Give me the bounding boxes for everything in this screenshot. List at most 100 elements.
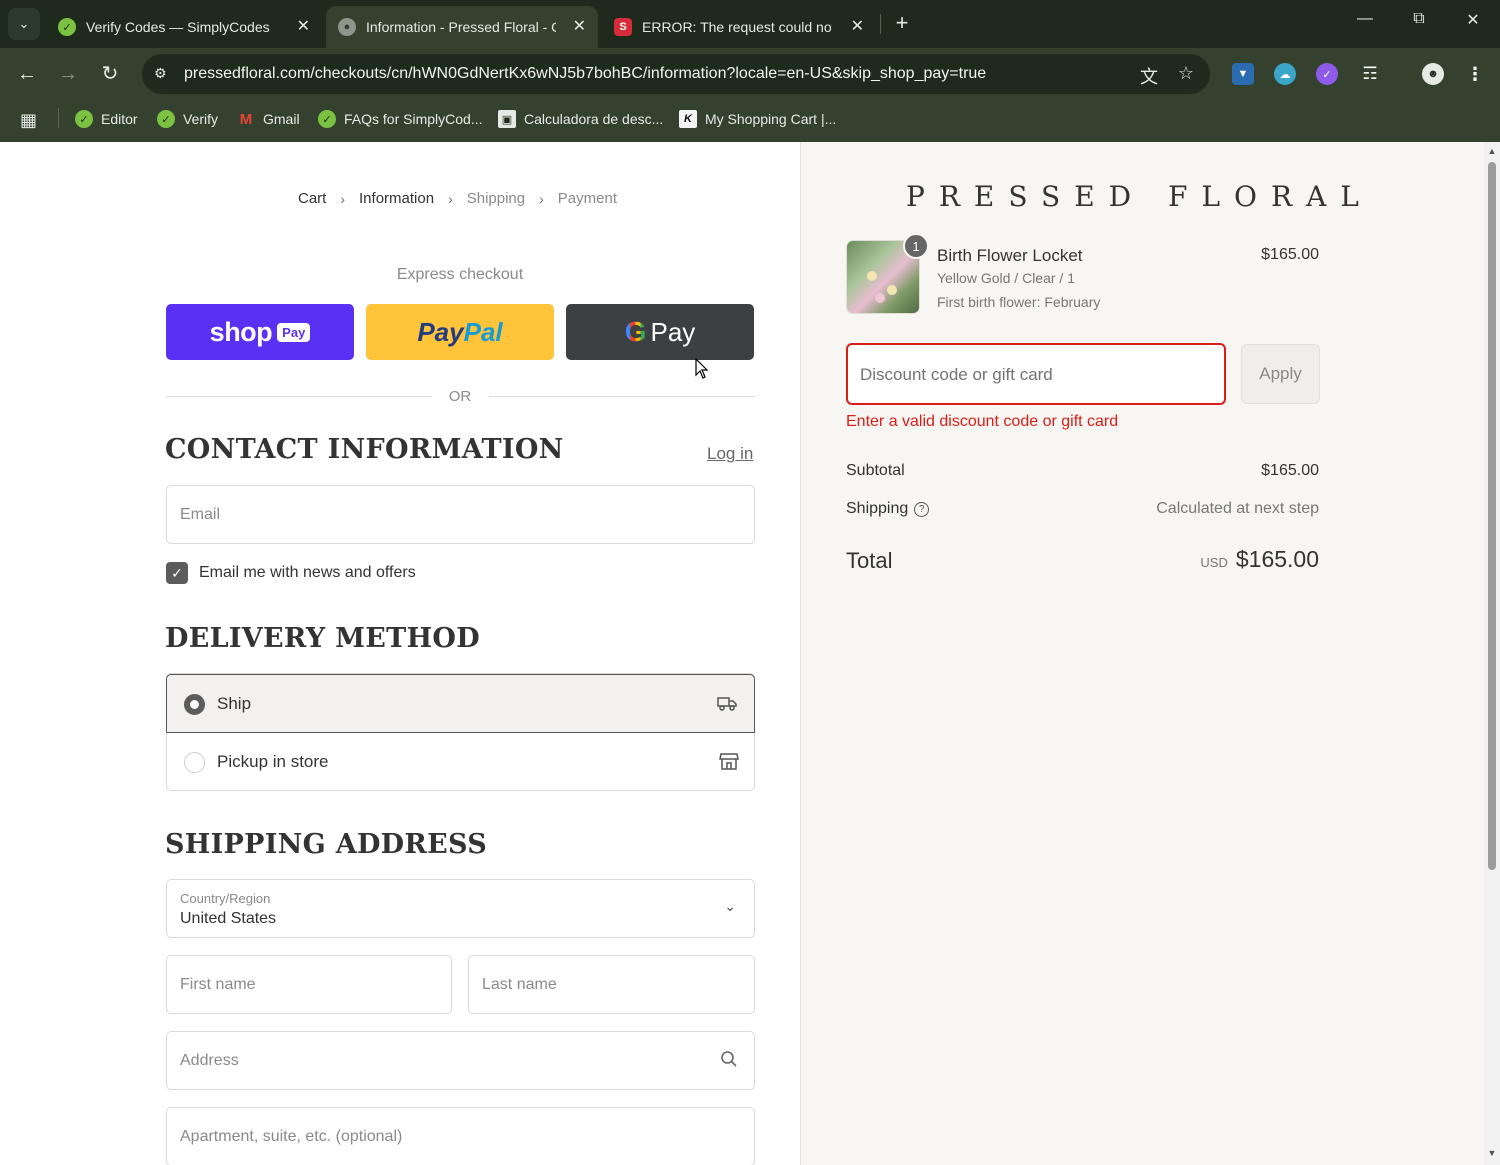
divider-line bbox=[166, 396, 432, 397]
discount-code-input[interactable]: Discount code or gift card bbox=[846, 343, 1226, 405]
locket-charm bbox=[875, 293, 885, 303]
apply-discount-button[interactable]: Apply bbox=[1241, 344, 1320, 404]
simplycodes-icon: ✓ bbox=[75, 110, 93, 128]
shield-extension-icon[interactable]: ▼ bbox=[1232, 63, 1254, 85]
cart-site-icon: K bbox=[679, 110, 697, 128]
google-pay-button[interactable]: G Pay bbox=[566, 304, 754, 360]
scroll-up-icon[interactable]: ▲ bbox=[1487, 146, 1497, 156]
address-bar[interactable]: ⚙ pressedfloral.com/checkouts/cn/hWN0GdN… bbox=[142, 54, 1210, 94]
first-name-field[interactable]: First name bbox=[166, 955, 452, 1014]
google-g-icon: G bbox=[624, 316, 647, 347]
address-field[interactable]: Address bbox=[166, 1031, 755, 1090]
first-name-placeholder: First name bbox=[180, 976, 256, 993]
bookmark-editor[interactable]: ✓ Editor bbox=[75, 110, 138, 128]
chevron-right-icon: › bbox=[448, 190, 453, 207]
delivery-method-group: Ship Pickup in store bbox=[166, 673, 755, 791]
shop-pay-logo: shop bbox=[209, 316, 273, 347]
page-scrollbar[interactable]: ▲ ▼ bbox=[1484, 142, 1500, 1165]
tab-title: Verify Codes — SimplyCodes bbox=[86, 19, 270, 35]
product-variant: Yellow Gold / Clear / 1 bbox=[937, 270, 1075, 286]
scroll-down-icon[interactable]: ▼ bbox=[1487, 1148, 1497, 1158]
last-name-field[interactable]: Last name bbox=[468, 955, 755, 1014]
bookmark-label: Calculadora de desc... bbox=[524, 111, 664, 127]
shipping-heading: SHIPPING ADDRESS bbox=[165, 829, 488, 860]
simplycodes-favicon-icon: ✓ bbox=[58, 18, 76, 36]
store-logo[interactable]: PRESSED FLORAL bbox=[906, 180, 1373, 213]
shop-pay-button[interactable]: shop Pay bbox=[166, 304, 354, 360]
forward-icon[interactable]: → bbox=[55, 62, 81, 88]
site-settings-icon[interactable]: ⚙ bbox=[154, 65, 172, 83]
paypal-logo-part: Pal bbox=[463, 316, 503, 347]
chevron-down-icon: ⌄ bbox=[724, 898, 736, 914]
close-window-icon[interactable]: ✕ bbox=[1458, 10, 1488, 30]
bookmark-label: Editor bbox=[101, 111, 138, 127]
more-menu-icon[interactable]: ⋮ bbox=[1464, 63, 1486, 85]
delivery-option-ship[interactable]: Ship bbox=[166, 674, 755, 733]
country-select[interactable]: Country/Region United States ⌄ bbox=[166, 879, 755, 938]
delivery-heading: DELIVERY METHOD bbox=[165, 623, 480, 654]
tab-simplycodes[interactable]: ✓ Verify Codes — SimplyCodes ✕ bbox=[50, 6, 322, 48]
translate-icon[interactable]: 文 bbox=[1140, 63, 1158, 89]
breadcrumb-payment: Payment bbox=[557, 190, 617, 207]
extensions-puzzle-icon[interactable]: ☶ bbox=[1359, 63, 1381, 85]
url-text[interactable]: pressedfloral.com/checkouts/cn/hWN0GdNer… bbox=[184, 65, 986, 83]
bookmark-faqs[interactable]: ✓ FAQs for SimplyCod... bbox=[318, 110, 482, 128]
bookmark-shopping-cart[interactable]: K My Shopping Cart |... bbox=[679, 110, 836, 128]
bookmark-verify[interactable]: ✓ Verify bbox=[157, 110, 218, 128]
tab-divider bbox=[880, 14, 881, 34]
apartment-placeholder: Apartment, suite, etc. (optional) bbox=[180, 1128, 403, 1145]
locket-charm bbox=[887, 285, 897, 295]
newsletter-checkbox[interactable]: ✓ bbox=[166, 562, 188, 584]
tab-error[interactable]: S ERROR: The request could not b ✕ bbox=[604, 6, 876, 48]
paypal-button[interactable]: Pay Pal bbox=[366, 304, 554, 360]
cloud-extension-icon[interactable]: ☁ bbox=[1274, 63, 1296, 85]
divider-line bbox=[489, 396, 755, 397]
subtotal-text: Subtotal bbox=[846, 462, 905, 479]
chevron-right-icon: › bbox=[539, 190, 544, 207]
apartment-field[interactable]: Apartment, suite, etc. (optional) bbox=[166, 1107, 755, 1165]
gmail-icon: M bbox=[239, 110, 253, 128]
back-icon[interactable]: ← bbox=[14, 62, 40, 88]
help-icon[interactable]: ? bbox=[914, 501, 930, 517]
store-icon bbox=[719, 753, 739, 770]
product-name: Birth Flower Locket bbox=[937, 246, 1083, 265]
tab-strip: ⌄ ✓ Verify Codes — SimplyCodes ✕ ● Infor… bbox=[0, 0, 1500, 48]
bookmark-star-icon[interactable]: ☆ bbox=[1178, 63, 1194, 84]
close-tab-icon[interactable]: ✕ bbox=[851, 16, 864, 36]
new-tab-icon[interactable]: + bbox=[890, 10, 914, 38]
delivery-option-pickup[interactable]: Pickup in store bbox=[167, 733, 756, 792]
minimize-icon[interactable]: — bbox=[1350, 10, 1380, 28]
shop-pay-badge: Pay bbox=[277, 322, 311, 342]
close-tab-icon[interactable]: ✕ bbox=[573, 16, 586, 36]
restore-icon[interactable]: ⧉ bbox=[1404, 10, 1434, 28]
reload-icon[interactable]: ↻ bbox=[97, 62, 123, 88]
last-name-placeholder: Last name bbox=[482, 976, 557, 993]
apps-grid-icon[interactable]: ▦ bbox=[20, 110, 37, 131]
bookmark-calculadora[interactable]: ▣ Calculadora de desc... bbox=[498, 110, 663, 128]
total-amount: $165.00 bbox=[1235, 546, 1319, 572]
calculator-icon: ▣ bbox=[498, 110, 516, 128]
total-label: Total bbox=[846, 548, 893, 573]
email-field[interactable]: Email bbox=[166, 485, 755, 544]
tab-pressed-floral[interactable]: ● Information - Pressed Floral - C ✕ bbox=[326, 6, 598, 48]
subtotal-value: $165.00 bbox=[1261, 462, 1319, 479]
tab-search-button[interactable]: ⌄ bbox=[8, 8, 40, 40]
scrollbar-thumb[interactable] bbox=[1488, 162, 1496, 870]
login-link[interactable]: Log in bbox=[707, 444, 753, 464]
pickup-label: Pickup in store bbox=[217, 752, 329, 771]
truck-icon bbox=[717, 697, 737, 711]
close-tab-icon[interactable]: ✕ bbox=[297, 16, 310, 36]
newsletter-option[interactable]: ✓ Email me with news and offers bbox=[166, 562, 416, 584]
bookmarks-bar: ▦ ✓ Editor ✓ Verify M Gmail ✓ FAQs for S… bbox=[0, 100, 1500, 142]
discount-error-message: Enter a valid discount code or gift card bbox=[846, 413, 1119, 430]
breadcrumb-cart[interactable]: Cart bbox=[298, 190, 326, 207]
simplycodes-extension-icon[interactable]: ✓ bbox=[1316, 63, 1338, 85]
product-option: First birth flower: February bbox=[937, 294, 1101, 310]
paypal-logo-part: Pay bbox=[417, 316, 464, 347]
google-pay-label: Pay bbox=[650, 316, 696, 347]
profile-avatar[interactable]: ☻ bbox=[1422, 63, 1444, 85]
ship-radio[interactable] bbox=[184, 694, 205, 715]
pickup-radio[interactable] bbox=[184, 752, 205, 773]
bookmark-gmail[interactable]: M Gmail bbox=[237, 110, 300, 128]
breadcrumb-shipping: Shipping bbox=[466, 190, 526, 207]
